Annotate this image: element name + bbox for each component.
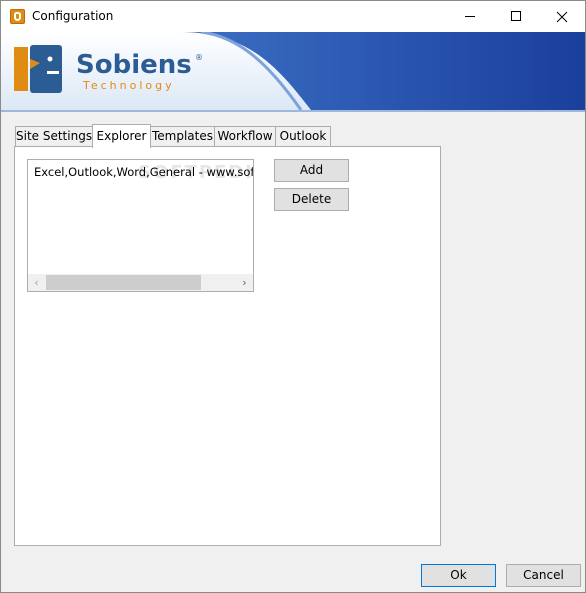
brand-name: Sobiens bbox=[76, 50, 192, 80]
list-item[interactable]: Excel,Outlook,Word,General - www.softped… bbox=[34, 165, 253, 179]
app-icon bbox=[10, 9, 25, 24]
close-button[interactable] bbox=[539, 1, 585, 32]
tab-outlook[interactable]: Outlook bbox=[275, 126, 331, 147]
brand-subtitle: Technology bbox=[83, 79, 175, 92]
delete-button[interactable]: Delete bbox=[274, 188, 349, 211]
title-bar[interactable]: Configuration bbox=[1, 1, 585, 32]
banner-divider bbox=[1, 110, 585, 112]
tab-templates[interactable]: Templates bbox=[150, 126, 215, 147]
sobiens-logo-icon bbox=[14, 45, 62, 93]
scroll-thumb[interactable] bbox=[46, 275, 201, 290]
window-title: Configuration bbox=[32, 9, 114, 23]
scroll-left-icon[interactable]: ‹ bbox=[28, 274, 45, 291]
maximize-button[interactable] bbox=[493, 1, 539, 32]
explorer-tab-panel: SOFTPEDIA Excel,Outlook,Word,General - w… bbox=[14, 146, 441, 546]
horizontal-scrollbar[interactable]: ‹ › bbox=[28, 274, 253, 291]
configuration-window: Configuration Sobiens ® Technology Site … bbox=[0, 0, 586, 593]
registered-mark: ® bbox=[195, 53, 203, 62]
close-icon bbox=[556, 11, 568, 23]
add-button[interactable]: Add bbox=[274, 159, 349, 182]
ok-button[interactable]: Ok bbox=[421, 564, 496, 587]
minimize-button[interactable] bbox=[447, 1, 493, 32]
explorer-list[interactable]: SOFTPEDIA Excel,Outlook,Word,General - w… bbox=[27, 159, 254, 292]
tab-explorer[interactable]: Explorer bbox=[92, 124, 151, 148]
minimize-icon bbox=[465, 16, 475, 17]
tab-site-settings[interactable]: Site Settings bbox=[15, 126, 93, 147]
scroll-right-icon[interactable]: › bbox=[236, 274, 253, 291]
maximize-icon bbox=[511, 11, 521, 21]
tab-workflow[interactable]: Workflow bbox=[214, 126, 276, 147]
cancel-button[interactable]: Cancel bbox=[506, 564, 581, 587]
